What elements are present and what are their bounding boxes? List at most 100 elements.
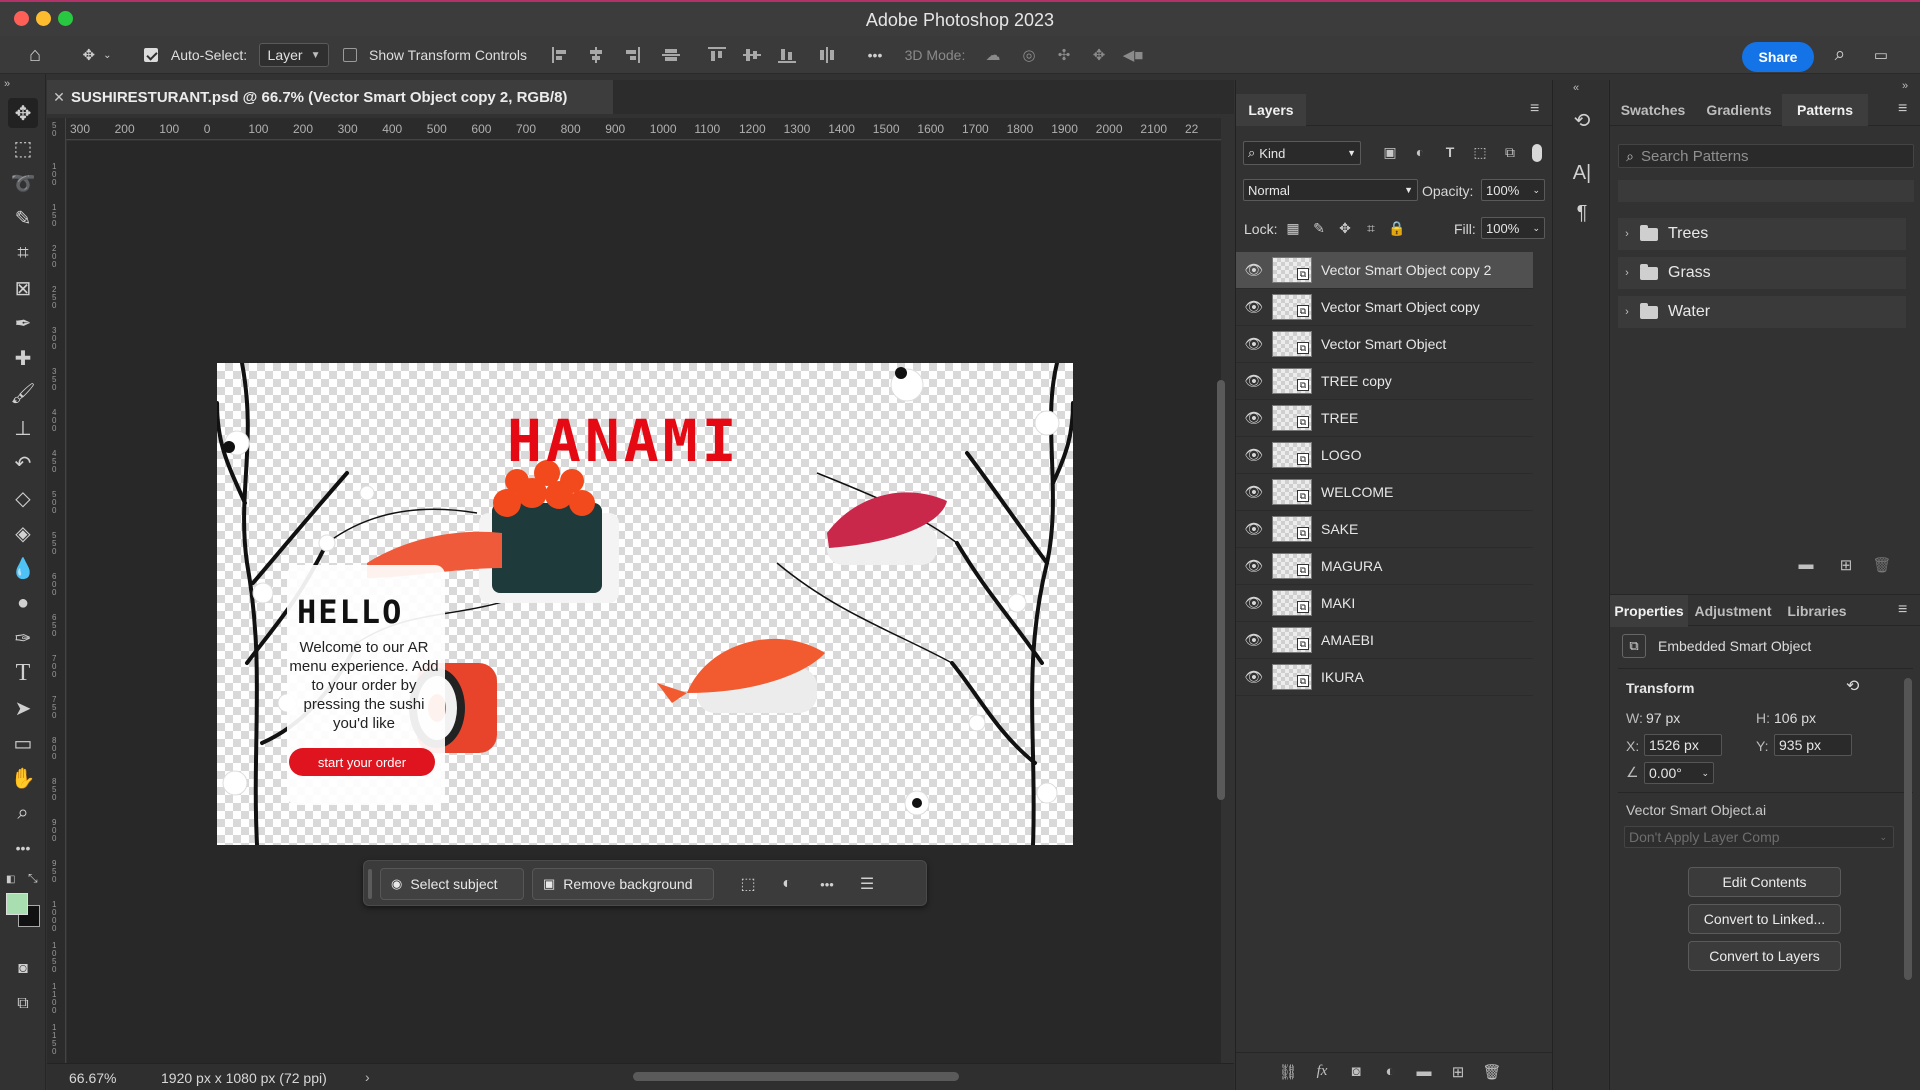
- adjustment-icon[interactable]: ◐: [776, 873, 798, 895]
- align-bottom-icon[interactable]: [776, 36, 798, 74]
- pattern-folder-row[interactable]: › Grass: [1618, 257, 1906, 289]
- tab-patterns[interactable]: Patterns: [1782, 94, 1868, 126]
- layer-row[interactable]: 👁 ⧉ IKURA: [1236, 659, 1533, 696]
- rectangle-tool-icon[interactable]: ▭: [8, 728, 38, 758]
- lasso-tool-icon[interactable]: ➰: [8, 168, 38, 198]
- opacity-field[interactable]: 100% ⌄: [1481, 179, 1545, 201]
- lock-artboard-icon[interactable]: ⌗: [1362, 220, 1380, 238]
- new-folder-icon[interactable]: ▬: [1796, 556, 1816, 574]
- pattern-search-field[interactable]: ⌕ Search Patterns: [1618, 144, 1914, 168]
- taskbar-more-button[interactable]: •••: [816, 873, 838, 895]
- blend-mode-dropdown[interactable]: Normal ▼: [1243, 179, 1418, 201]
- search-icon[interactable]: ⌕: [1826, 36, 1854, 74]
- crop-tool-icon[interactable]: ⌗: [8, 238, 38, 268]
- move-tool-icon[interactable]: ✥: [8, 98, 38, 128]
- visibility-eye-icon[interactable]: 👁: [1236, 557, 1272, 575]
- visibility-eye-icon[interactable]: 👁: [1236, 520, 1272, 538]
- lock-position-icon[interactable]: ✥: [1336, 220, 1354, 238]
- history-panel-icon[interactable]: ⟲: [1569, 108, 1595, 134]
- taskbar-drag-handle[interactable]: [368, 869, 372, 899]
- edit-toolbar-icon[interactable]: •••: [8, 833, 38, 863]
- tab-swatches[interactable]: Swatches: [1610, 94, 1696, 126]
- layer-row[interactable]: 👁 ⧉ MAKI: [1236, 585, 1533, 622]
- edit-contents-button[interactable]: Edit Contents: [1688, 867, 1841, 897]
- default-colors-icon[interactable]: ◧: [6, 874, 15, 885]
- close-document-icon[interactable]: ✕: [47, 89, 71, 106]
- type-tool-icon[interactable]: T: [8, 658, 38, 688]
- path-selection-tool-icon[interactable]: ➤: [8, 693, 38, 723]
- collapse-toolbar-icon[interactable]: »: [4, 78, 10, 90]
- shape-filter-icon[interactable]: ⬚: [1471, 144, 1489, 162]
- layer-row[interactable]: 👁 ⧉ TREE: [1236, 400, 1533, 437]
- quick-mask-icon[interactable]: ◙: [8, 954, 38, 984]
- visibility-eye-icon[interactable]: 👁: [1236, 409, 1272, 427]
- filter-kind-dropdown[interactable]: ⌕ Kind ▼: [1243, 141, 1361, 165]
- visibility-eye-icon[interactable]: 👁: [1236, 335, 1272, 353]
- zoom-level[interactable]: 66.67%: [69, 1070, 116, 1086]
- new-layer-icon[interactable]: ⊞: [1448, 1063, 1468, 1081]
- pattern-folder-row[interactable]: › Trees: [1618, 218, 1906, 250]
- clone-stamp-tool-icon[interactable]: ⊥: [8, 413, 38, 443]
- dodge-tool-icon[interactable]: ●: [8, 588, 38, 618]
- layers-panel-menu-icon[interactable]: ≡: [1530, 100, 1539, 118]
- new-pattern-icon[interactable]: ⊞: [1836, 556, 1856, 574]
- layer-comp-dropdown[interactable]: Don't Apply Layer Comp ⌄: [1624, 826, 1894, 848]
- x-field[interactable]: 1526 px: [1644, 734, 1722, 756]
- layer-style-icon[interactable]: fx: [1312, 1063, 1332, 1081]
- patterns-panel-menu-icon[interactable]: ≡: [1898, 100, 1907, 118]
- more-options-button[interactable]: •••: [860, 36, 890, 74]
- type-filter-icon[interactable]: T: [1441, 144, 1459, 162]
- adjustment-filter-icon[interactable]: ◐: [1411, 144, 1429, 162]
- layer-row[interactable]: 👁 ⧉ WELCOME: [1236, 474, 1533, 511]
- filter-toggle-icon[interactable]: [1532, 144, 1542, 162]
- pan-3d-icon[interactable]: ✣: [1051, 36, 1077, 74]
- remove-background-button[interactable]: ▣ Remove background: [532, 868, 714, 900]
- delete-pattern-icon[interactable]: 🗑: [1872, 556, 1892, 574]
- delete-layer-icon[interactable]: 🗑: [1482, 1063, 1502, 1081]
- pixel-filter-icon[interactable]: ▣: [1381, 144, 1399, 162]
- layer-row[interactable]: 👁 ⧉ AMAEBI: [1236, 622, 1533, 659]
- y-field[interactable]: 935 px: [1774, 734, 1852, 756]
- visibility-eye-icon[interactable]: 👁: [1236, 446, 1272, 464]
- foreground-color-swatch[interactable]: [6, 893, 28, 915]
- chevron-right-icon[interactable]: ›: [1618, 267, 1636, 279]
- tab-properties[interactable]: Properties: [1610, 595, 1688, 627]
- quick-selection-tool-icon[interactable]: ✎: [8, 203, 38, 233]
- layer-row[interactable]: 👁 ⧉ SAKE: [1236, 511, 1533, 548]
- workspace-icon[interactable]: ▭: [1866, 36, 1896, 74]
- brush-tool-icon[interactable]: 🖌: [8, 378, 38, 408]
- link-layers-icon[interactable]: ⛓: [1278, 1063, 1298, 1081]
- align-center-icon[interactable]: [585, 36, 607, 74]
- layer-row[interactable]: 👁 ⧉ Vector Smart Object: [1236, 326, 1533, 363]
- layer-row[interactable]: 👁 ⧉ Vector Smart Object copy 2: [1236, 252, 1533, 289]
- frame-tool-icon[interactable]: ⊠: [8, 273, 38, 303]
- home-icon[interactable]: ⌂: [16, 36, 54, 74]
- chevron-right-icon[interactable]: ›: [1618, 306, 1636, 318]
- visibility-eye-icon[interactable]: 👁: [1236, 594, 1272, 612]
- layer-row[interactable]: 👁 ⧉ TREE copy: [1236, 363, 1533, 400]
- blur-tool-icon[interactable]: 💧: [8, 553, 38, 583]
- hand-tool-icon[interactable]: ✋: [8, 763, 38, 793]
- eraser-tool-icon[interactable]: ◇: [8, 483, 38, 513]
- tab-libraries[interactable]: Libraries: [1778, 595, 1856, 627]
- swap-colors-icon[interactable]: ⤡: [28, 871, 38, 886]
- auto-select-checkbox[interactable]: [143, 36, 159, 74]
- lock-pixels-icon[interactable]: ✎: [1310, 220, 1328, 238]
- width-value[interactable]: 97 px: [1646, 710, 1680, 726]
- orbit-3d-icon[interactable]: ☁: [980, 36, 1006, 74]
- taskbar-settings-icon[interactable]: ☰: [856, 873, 878, 895]
- new-group-icon[interactable]: ▬: [1414, 1063, 1434, 1081]
- align-middle-icon[interactable]: [741, 36, 763, 74]
- align-left-icon[interactable]: [550, 36, 572, 74]
- status-menu-arrow[interactable]: ›: [365, 1069, 370, 1085]
- visibility-eye-icon[interactable]: 👁: [1236, 483, 1272, 501]
- horizontal-scrollbar[interactable]: [633, 1072, 959, 1081]
- artboard-canvas[interactable]: HANAMI HELLO Welcome to our AR menu expe…: [217, 363, 1073, 845]
- pattern-folder-row[interactable]: › Water: [1618, 296, 1906, 328]
- new-adjustment-layer-icon[interactable]: ◐: [1380, 1063, 1400, 1081]
- canvas-workspace[interactable]: HANAMI HELLO Welcome to our AR menu expe…: [67, 141, 1221, 1063]
- convert-to-linked-button[interactable]: Convert to Linked...: [1688, 904, 1841, 934]
- smart-object-filter-icon[interactable]: ⧉: [1501, 144, 1519, 162]
- auto-select-dropdown[interactable]: Layer ▼: [258, 36, 330, 74]
- layer-row[interactable]: 👁 ⧉ MAGURA: [1236, 548, 1533, 585]
